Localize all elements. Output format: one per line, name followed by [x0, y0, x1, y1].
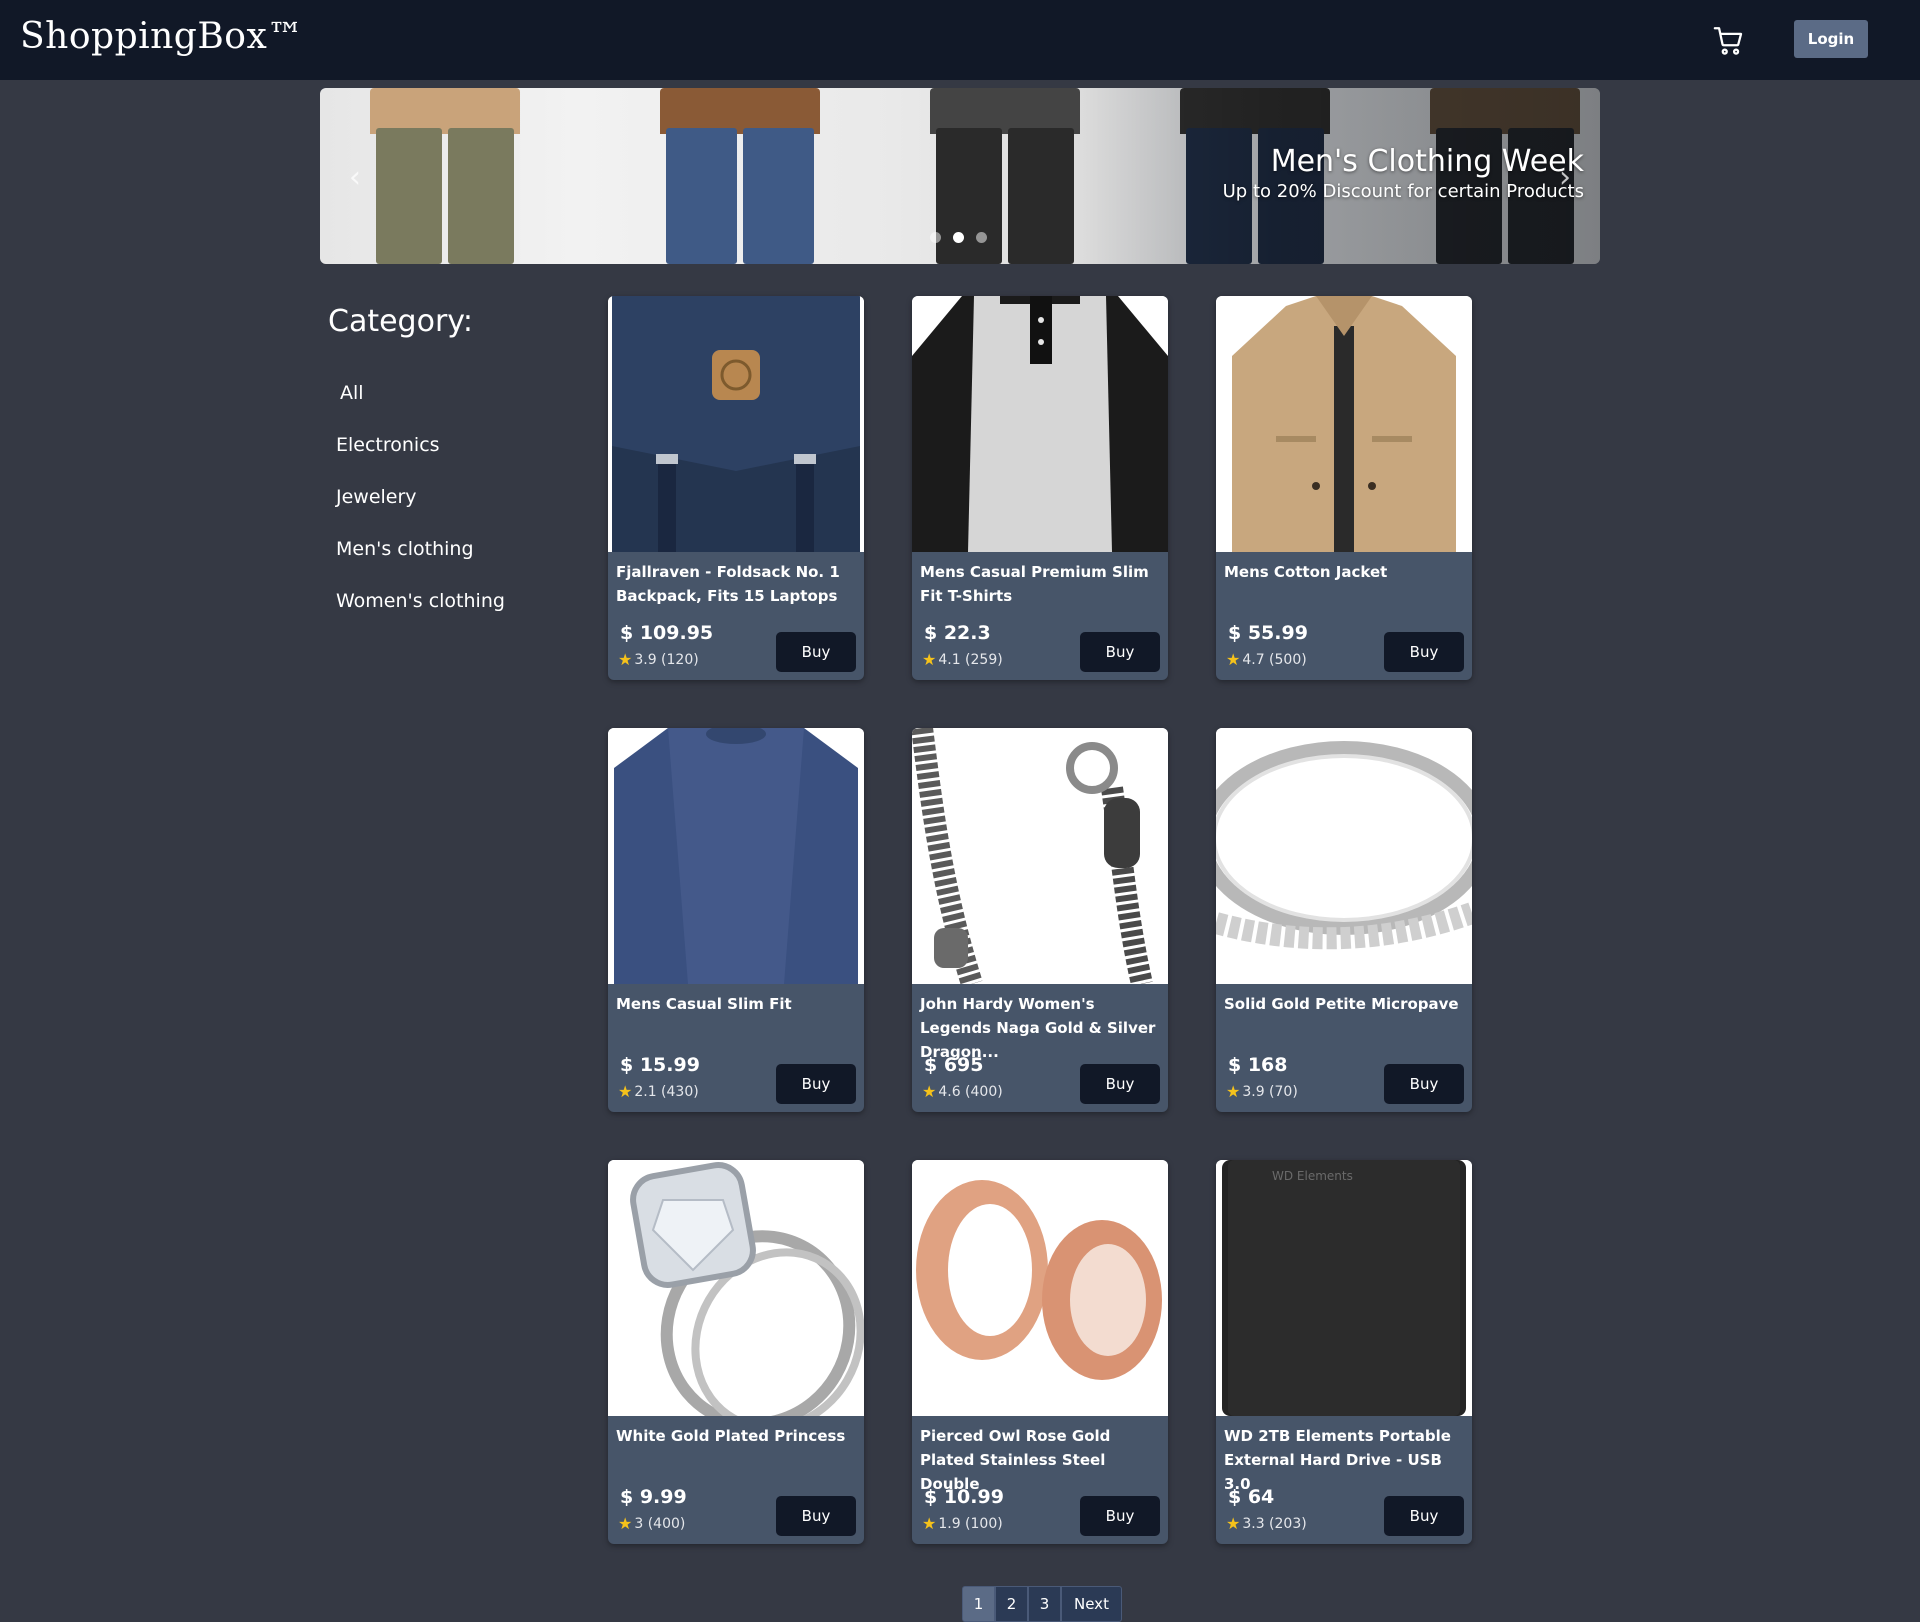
- carousel-indicator[interactable]: [930, 232, 941, 243]
- product-rating: ★ 4.6 (400): [922, 1082, 1003, 1101]
- buy-button[interactable]: Buy: [1080, 1064, 1160, 1104]
- product-rating: ★ 1.9 (100): [922, 1514, 1003, 1533]
- star-icon: ★: [618, 650, 633, 669]
- product-image-tshirt[interactable]: [912, 296, 1168, 552]
- brand-logo[interactable]: ShoppingBox™: [20, 16, 304, 57]
- carousel-next-button[interactable]: ›: [1550, 158, 1580, 198]
- buy-button[interactable]: Buy: [1080, 632, 1160, 672]
- page-button-2[interactable]: 2: [995, 1586, 1028, 1622]
- product-card[interactable]: John Hardy Women's Legends Naga Gold & S…: [912, 728, 1168, 1112]
- cart-button[interactable]: [1712, 24, 1746, 58]
- page-button-3[interactable]: 3: [1028, 1586, 1061, 1622]
- buy-button[interactable]: Buy: [1384, 1496, 1464, 1536]
- carousel-prev-button[interactable]: ‹: [340, 158, 370, 198]
- product-image-ring-diamond[interactable]: [608, 1160, 864, 1416]
- product-rating-value: 3 (400): [634, 1515, 686, 1532]
- product-image-rose-gold-plugs[interactable]: [912, 1160, 1168, 1416]
- product-rating-value: 4.6 (400): [938, 1083, 1003, 1100]
- category-title: Category:: [328, 304, 473, 339]
- product-rating-value: 3.3 (203): [1242, 1515, 1307, 1532]
- product-price: $ 695: [924, 1054, 984, 1076]
- buy-button[interactable]: Buy: [776, 632, 856, 672]
- product-image-jacket[interactable]: [1216, 296, 1472, 552]
- product-name: Solid Gold Petite Micropave: [1224, 995, 1459, 1013]
- star-icon: ★: [1226, 1082, 1241, 1101]
- category-item-mens-clothing[interactable]: Men's clothing: [328, 537, 568, 589]
- product-name: Mens Casual Premium Slim Fit T-Shirts: [920, 563, 1149, 605]
- buy-button[interactable]: Buy: [1384, 632, 1464, 672]
- product-price: $ 64: [1228, 1486, 1275, 1508]
- carousel-indicator[interactable]: [953, 232, 964, 243]
- product-image-ring-band[interactable]: [1216, 728, 1472, 984]
- navbar: ShoppingBox™ Login: [0, 0, 1920, 80]
- category-item-jewelery[interactable]: Jewelery: [328, 485, 568, 537]
- product-card[interactable]: Fjallraven - Foldsack No. 1 Backpack, Fi…: [608, 296, 864, 680]
- product-rating: ★ 3 (400): [618, 1514, 685, 1533]
- product-price: $ 22.3: [924, 622, 991, 644]
- product-rating-value: 4.1 (259): [938, 651, 1003, 668]
- category-sidebar: Category: All Electronics Jewelery Men's…: [328, 304, 568, 641]
- product-price: $ 168: [1228, 1054, 1288, 1076]
- star-icon: ★: [922, 650, 937, 669]
- carousel-model: [660, 88, 820, 264]
- login-button[interactable]: Login: [1794, 20, 1868, 58]
- product-image-longsleeve[interactable]: [608, 728, 864, 984]
- product-price: $ 109.95: [620, 622, 714, 644]
- carousel-indicators: [930, 232, 987, 243]
- product-image-backpack[interactable]: [608, 296, 864, 552]
- carousel-model: [370, 88, 520, 264]
- buy-button[interactable]: Buy: [1384, 1064, 1464, 1104]
- product-rating-value: 2.1 (430): [634, 1083, 699, 1100]
- star-icon: ★: [1226, 1514, 1241, 1533]
- product-rating-value: 3.9 (120): [634, 651, 699, 668]
- next-page-button[interactable]: Next: [1061, 1586, 1122, 1622]
- product-card[interactable]: Solid Gold Petite Micropave $ 168 ★ 3.9 …: [1216, 728, 1472, 1112]
- product-name: Fjallraven - Foldsack No. 1 Backpack, Fi…: [616, 563, 840, 605]
- product-name: White Gold Plated Princess: [616, 1427, 846, 1445]
- product-card[interactable]: Mens Casual Premium Slim Fit T-Shirts $ …: [912, 296, 1168, 680]
- product-rating-value: 3.9 (70): [1242, 1083, 1298, 1100]
- product-rating: ★ 4.1 (259): [922, 650, 1003, 669]
- product-rating: ★ 3.3 (203): [1226, 1514, 1307, 1533]
- product-image-hard-drive[interactable]: WD Elements: [1216, 1160, 1472, 1416]
- buy-button[interactable]: Buy: [1080, 1496, 1160, 1536]
- product-price: $ 15.99: [620, 1054, 700, 1076]
- product-name: Mens Cotton Jacket: [1224, 563, 1388, 581]
- product-name: Mens Casual Slim Fit: [616, 995, 792, 1013]
- buy-button[interactable]: Buy: [776, 1064, 856, 1104]
- product-rating: ★ 3.9 (70): [1226, 1082, 1298, 1101]
- star-icon: ★: [1226, 650, 1241, 669]
- product-card[interactable]: Mens Casual Slim Fit $ 15.99 ★ 2.1 (430)…: [608, 728, 864, 1112]
- buy-button[interactable]: Buy: [776, 1496, 856, 1536]
- cart-icon: [1713, 27, 1743, 55]
- product-price: $ 9.99: [620, 1486, 687, 1508]
- pagination: 1 2 3 Next: [962, 1586, 1122, 1622]
- star-icon: ★: [922, 1514, 937, 1533]
- product-price: $ 55.99: [1228, 622, 1308, 644]
- product-rating: ★ 4.7 (500): [1226, 650, 1307, 669]
- product-rating: ★ 3.9 (120): [618, 650, 699, 669]
- page-button-1[interactable]: 1: [962, 1586, 995, 1622]
- carousel-indicator[interactable]: [976, 232, 987, 243]
- star-icon: ★: [922, 1082, 937, 1101]
- category-item-electronics[interactable]: Electronics: [328, 433, 568, 485]
- product-card[interactable]: Pierced Owl Rose Gold Plated Stainless S…: [912, 1160, 1168, 1544]
- category-item-womens-clothing[interactable]: Women's clothing: [328, 589, 568, 641]
- star-icon: ★: [618, 1082, 633, 1101]
- product-price: $ 10.99: [924, 1486, 1004, 1508]
- product-rating-value: 4.7 (500): [1242, 651, 1307, 668]
- carousel-subtitle: Up to 20% Discount for certain Products: [1222, 181, 1584, 202]
- carousel-caption: Men's Clothing Week Up to 20% Discount f…: [1223, 144, 1584, 202]
- product-rating: ★ 2.1 (430): [618, 1082, 699, 1101]
- product-card[interactable]: Mens Cotton Jacket $ 55.99 ★ 4.7 (500) B…: [1216, 296, 1472, 680]
- hard-drive-label: WD Elements: [1272, 1169, 1353, 1183]
- category-item-all[interactable]: All: [328, 381, 568, 433]
- carousel-title: Men's Clothing Week: [1270, 144, 1584, 179]
- product-image-bracelet[interactable]: [912, 728, 1168, 984]
- promo-carousel[interactable]: Men's Clothing Week Up to 20% Discount f…: [320, 88, 1600, 264]
- product-card[interactable]: White Gold Plated Princess $ 9.99 ★ 3 (4…: [608, 1160, 864, 1544]
- star-icon: ★: [618, 1514, 633, 1533]
- product-rating-value: 1.9 (100): [938, 1515, 1003, 1532]
- product-card[interactable]: WD Elements WD 2TB Elements Portable Ext…: [1216, 1160, 1472, 1544]
